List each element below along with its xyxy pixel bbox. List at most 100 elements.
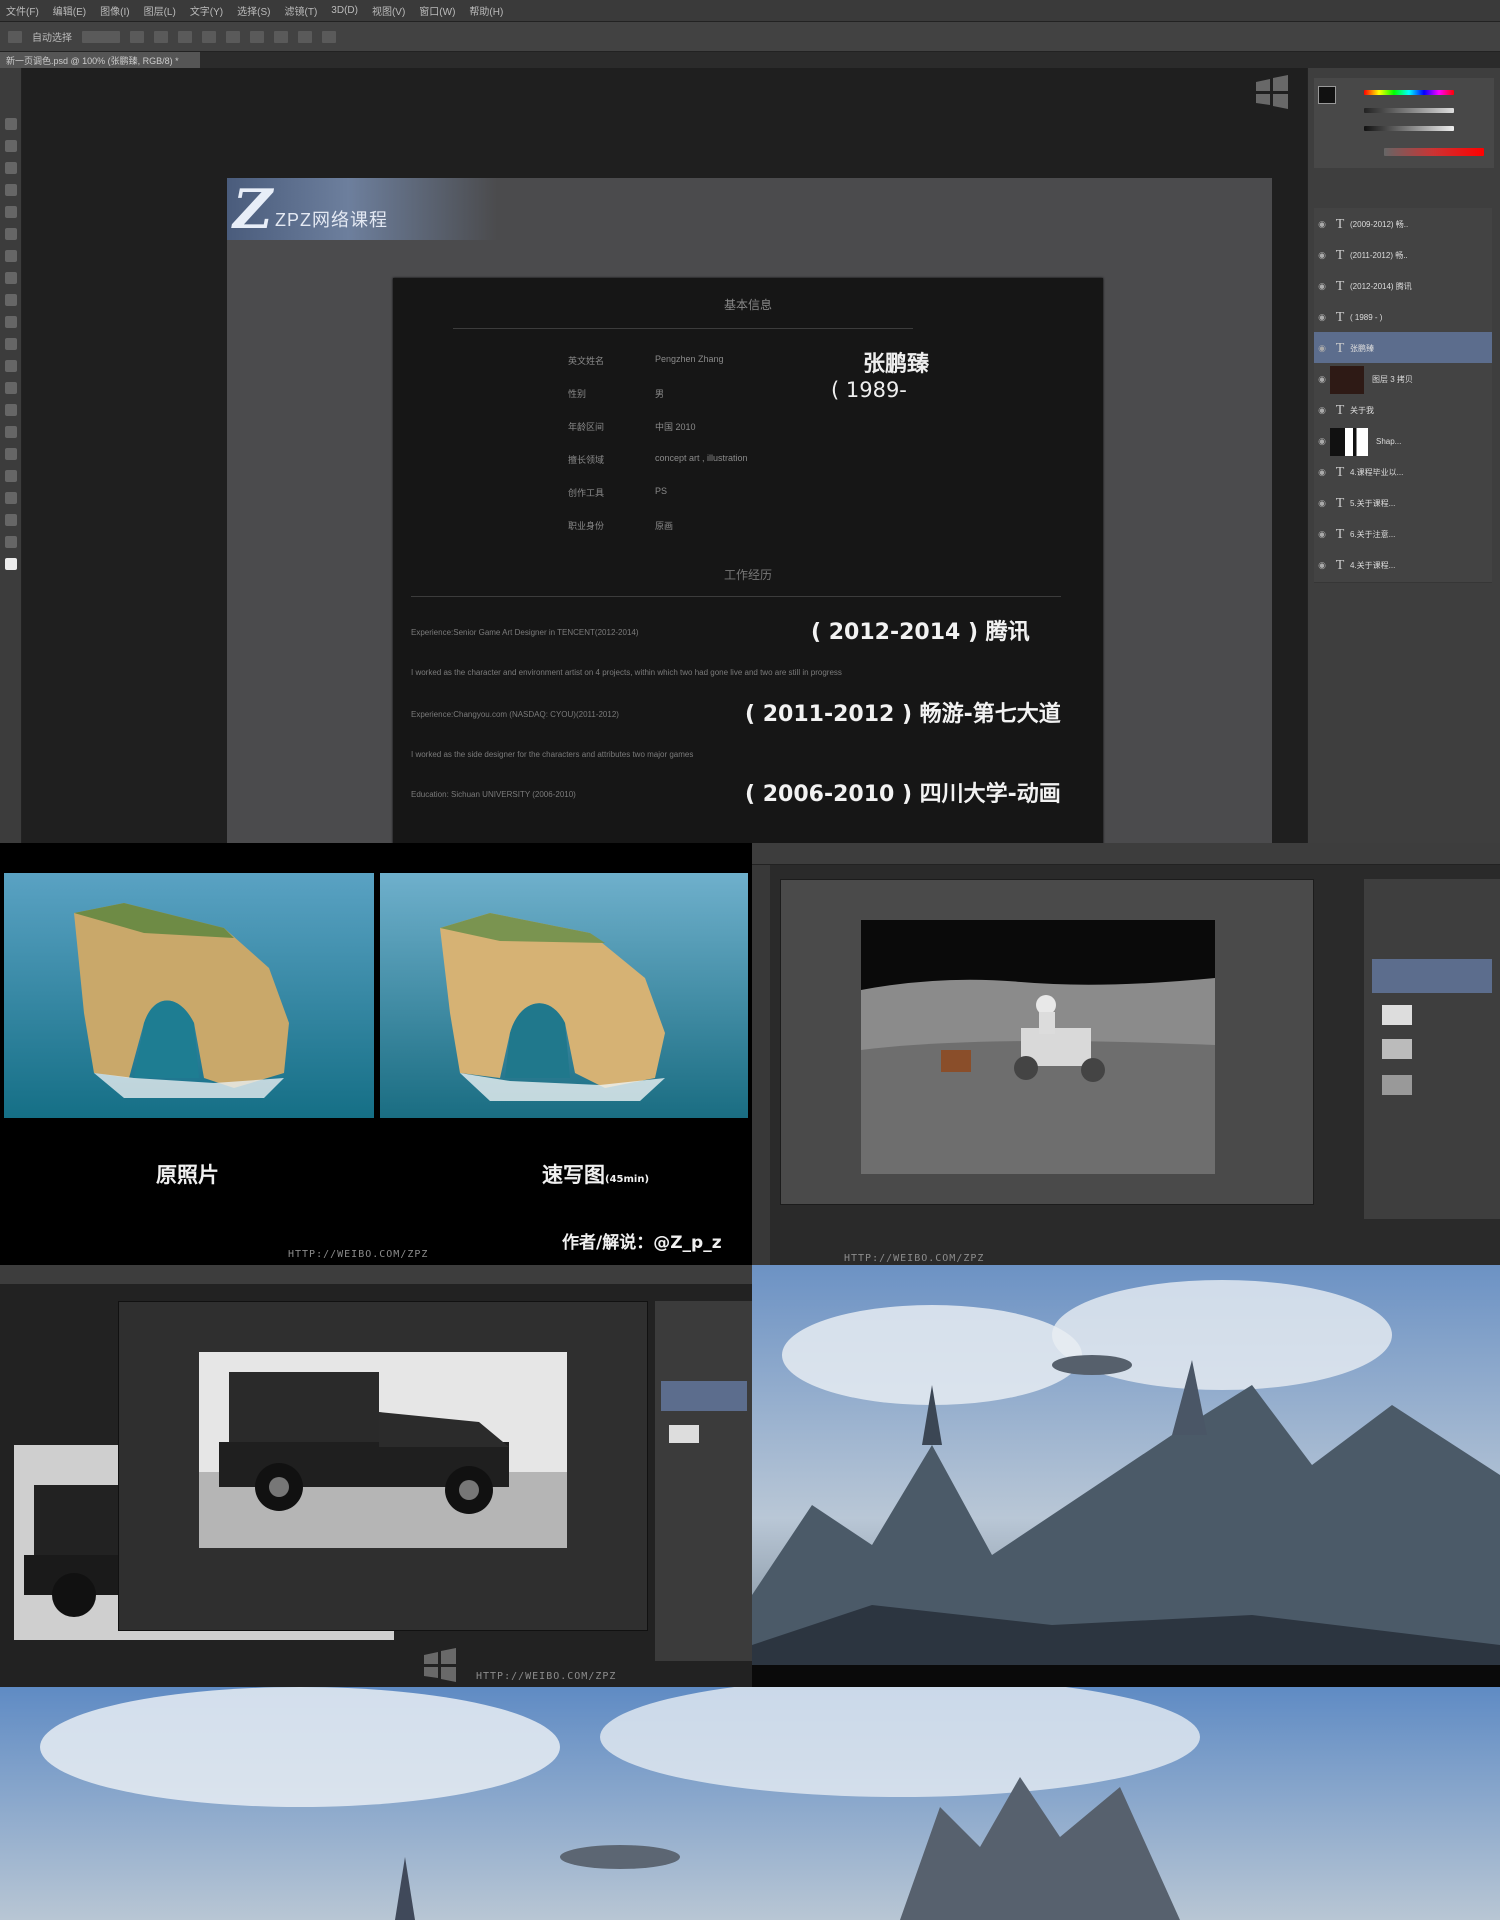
layer-item-selected[interactable] [1372,959,1492,993]
eraser-tool[interactable] [4,338,17,350]
layer-item[interactable]: ◉ 图层 3 拷贝 [1314,363,1492,397]
layer-item-selected[interactable] [661,1381,747,1411]
menu-edit[interactable]: 编辑(E) [53,3,86,18]
layer-item[interactable]: ◉ T (2009-2012) 畅.. [1314,208,1492,242]
layer-thumbnail[interactable] [669,1425,699,1443]
layer-item[interactable]: ◉ T 4.课程毕业以... [1314,456,1492,490]
menu-view[interactable]: 视图(V) [372,3,405,18]
sketch-painting [380,873,748,1118]
layer-item[interactable]: ◉ T 5.关于课程... [1314,487,1492,521]
fantasy-castle-artwork [752,1265,1500,1687]
dodge-tool[interactable] [4,404,17,416]
menu-image[interactable]: 图像(I) [100,3,129,18]
menu-layer[interactable]: 图层(L) [144,3,176,18]
align-center-icon[interactable] [226,30,240,43]
photoshop-moon-window: HTTP://WEIBO.COM/ZPZ [752,843,1500,1265]
menu-file[interactable]: 文件(F) [6,3,39,18]
auto-select-dropdown[interactable] [82,30,120,43]
lasso-tool[interactable] [4,162,17,174]
layer-thumbnail[interactable] [1382,1005,1412,1025]
layer-item[interactable]: ◉ Shap... [1314,425,1492,459]
visibility-eye-icon[interactable]: ◉ [1314,343,1330,354]
document-canvas[interactable]: Z ZPZ网络课程 基本信息 英文姓名 Pengzhen Zhang 性别 男 … [227,178,1272,843]
experience-desc: I worked as the character and environmen… [411,668,842,677]
layer-item[interactable]: ◉ T 关于我 [1314,394,1492,428]
distribute-icon-2[interactable] [298,30,312,43]
layer-item[interactable]: ◉ T 张鹏臻 [1314,332,1492,366]
layer-name: 4.课程毕业以... [1350,468,1404,477]
options-bar [752,843,1500,865]
foreground-color-swatch[interactable] [4,558,17,570]
layer-item[interactable]: ◉ T (2012-2014) 腾讯 [1314,270,1492,304]
visibility-eye-icon[interactable]: ◉ [1314,498,1330,509]
marquee-tool[interactable] [4,140,17,152]
layer-item[interactable]: ◉ T ( 1989 - ) [1314,301,1492,335]
layer-thumbnail[interactable] [1382,1039,1412,1059]
visibility-eye-icon[interactable]: ◉ [1314,436,1330,447]
menu-help[interactable]: 帮助(H) [469,3,503,18]
info-value: 中国 2010 [655,422,696,432]
shape-tool[interactable] [4,492,17,504]
menu-3d[interactable]: 3D(D) [331,5,358,16]
visibility-eye-icon[interactable]: ◉ [1314,250,1330,261]
hue-slider[interactable] [1364,90,1454,95]
document-tab[interactable]: 新一页调色.psd @ 100% (张鹏臻, RGB/8) * [0,52,200,68]
menu-filter[interactable]: 滤镜(T) [285,3,318,18]
align-bottom-icon[interactable] [178,30,192,43]
layer-item[interactable]: ◉ T 4.关于课程... [1314,549,1492,583]
path-select-tool[interactable] [4,470,17,482]
quick-select-tool[interactable] [4,184,17,196]
blur-tool[interactable] [4,382,17,394]
align-left-icon[interactable] [202,30,216,43]
gradient-tool[interactable] [4,360,17,372]
visibility-eye-icon[interactable]: ◉ [1314,219,1330,230]
visibility-eye-icon[interactable]: ◉ [1314,374,1330,385]
align-top-icon[interactable] [130,30,144,43]
eyedropper-tool[interactable] [4,228,17,240]
visibility-eye-icon[interactable]: ◉ [1314,405,1330,416]
history-brush-tool[interactable] [4,316,17,328]
sketch-caption-text: 速写图 [542,1163,605,1187]
layer-thumbnail[interactable] [1382,1075,1412,1095]
visibility-eye-icon[interactable]: ◉ [1314,560,1330,571]
right-panels: ◉ T (2009-2012) 畅.. ◉ T (2011-2012) 畅.. ◉ T (201… [1307,68,1500,843]
brush-tool[interactable] [4,272,17,284]
stamp-tool[interactable] [4,294,17,306]
document-window[interactable] [118,1301,648,1631]
crop-tool[interactable] [4,206,17,218]
healing-tool[interactable] [4,250,17,262]
visibility-eye-icon[interactable]: ◉ [1314,281,1330,292]
move-tool-icon[interactable] [8,30,22,43]
education-title: ( 2006-2010 ) 四川大学-动画 [745,782,1061,807]
3d-mode-icon[interactable] [322,30,336,43]
menu-select[interactable]: 选择(S) [237,3,270,18]
experience-line: Experience:Senior Game Art Designer in T… [411,628,639,637]
align-right-icon[interactable] [250,30,264,43]
layer-name: ( 1989 - ) [1350,313,1383,322]
experience-desc: I worked as the side designer for the ch… [411,750,694,759]
layer-item[interactable]: ◉ T 6.关于注意... [1314,518,1492,552]
info-row: 创作工具 PS [393,486,1103,500]
work-experience-heading: 工作经历 [723,568,772,582]
zoom-tool[interactable] [4,536,17,548]
distribute-icon[interactable] [274,30,288,43]
move-tool[interactable] [4,118,17,130]
type-tool[interactable] [4,448,17,460]
visibility-eye-icon[interactable]: ◉ [1314,312,1330,323]
color-ramp[interactable] [1384,148,1484,156]
saturation-slider[interactable] [1364,108,1454,113]
pen-tool[interactable] [4,426,17,438]
brightness-slider[interactable] [1364,126,1454,131]
visibility-eye-icon[interactable]: ◉ [1314,467,1330,478]
auto-select-label[interactable]: 自动选择 [32,29,72,44]
logo-banner: Z ZPZ网络课程 [227,178,497,240]
menu-type[interactable]: 文字(Y) [190,3,223,18]
menu-window[interactable]: 窗口(W) [419,3,455,18]
layer-name: 图层 3 拷贝 [1372,375,1413,384]
visibility-eye-icon[interactable]: ◉ [1314,529,1330,540]
align-middle-icon[interactable] [154,30,168,43]
foreground-color-swatch[interactable] [1318,86,1336,104]
hand-tool[interactable] [4,514,17,526]
layer-item[interactable]: ◉ T (2011-2012) 畅.. [1314,239,1492,273]
document-window[interactable] [780,879,1314,1205]
